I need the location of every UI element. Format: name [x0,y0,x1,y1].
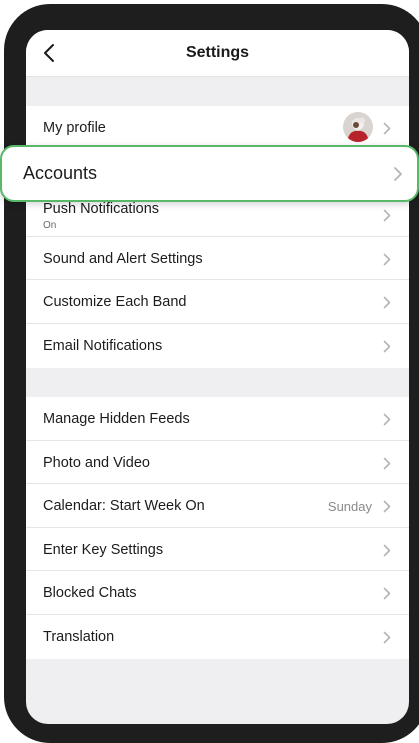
chevron-right-icon [383,588,391,600]
row-enter-key-settings[interactable]: Enter Key Settings [26,528,409,572]
page-title: Settings [185,44,250,61]
chevron-right-icon [383,253,391,266]
row-my-profile[interactable]: My profile [26,106,409,150]
row-label: Manage Hidden Feeds [43,411,190,427]
row-manage-hidden-feeds[interactable]: Manage Hidden Feeds [26,397,409,441]
row-photo-and-video[interactable]: Photo and Video [26,441,409,485]
row-label: Push Notifications [43,201,160,218]
row-sublabel: On [43,220,57,232]
chevron-right-icon [383,544,391,557]
row-translation[interactable]: Translation [26,615,409,659]
chevron-right-icon [394,167,402,181]
row-label: Photo and Video [43,454,150,471]
row-customize-each-band[interactable]: Customize Each Band [26,280,409,324]
chevron-right-icon [383,340,391,353]
row-label: Translation [43,628,115,645]
chevron-right-icon [383,631,391,644]
row-sound-alert-settings[interactable]: Sound and Alert Settings [26,237,409,281]
chevron-right-icon [383,209,391,222]
row-label: Accounts [23,163,98,183]
chevron-right-icon [383,297,391,309]
row-label: Email Notifications [43,337,163,354]
device-frame: Settings My profile Push Notifications O… [4,4,419,743]
chevron-right-icon [383,457,391,469]
row-accounts-highlighted[interactable]: Accounts [0,145,419,202]
row-email-notifications[interactable]: Email Notifications [26,324,409,368]
row-calendar-start-week[interactable]: Calendar: Start Week On Sunday [26,484,409,528]
chevron-right-icon [383,413,391,426]
row-label: Calendar: Start Week On [43,498,205,515]
nav-bar: Settings [26,30,409,77]
row-value: Sunday [327,499,372,515]
row-label: Blocked Chats [43,585,137,602]
row-label: Sound and Alert Settings [43,250,203,267]
chevron-right-icon [383,500,391,513]
row-label: Customize Each Band [43,294,187,311]
chevron-right-icon [383,122,391,135]
row-label: Enter Key Settings [43,541,164,558]
row-blocked-chats[interactable]: Blocked Chats [26,571,409,615]
settings-section-general: Manage Hidden Feeds Photo and Video Cale… [26,397,409,659]
avatar [343,112,373,142]
row-label: My profile [43,120,106,136]
settings-screen: Settings My profile Push Notifications O… [26,30,409,724]
